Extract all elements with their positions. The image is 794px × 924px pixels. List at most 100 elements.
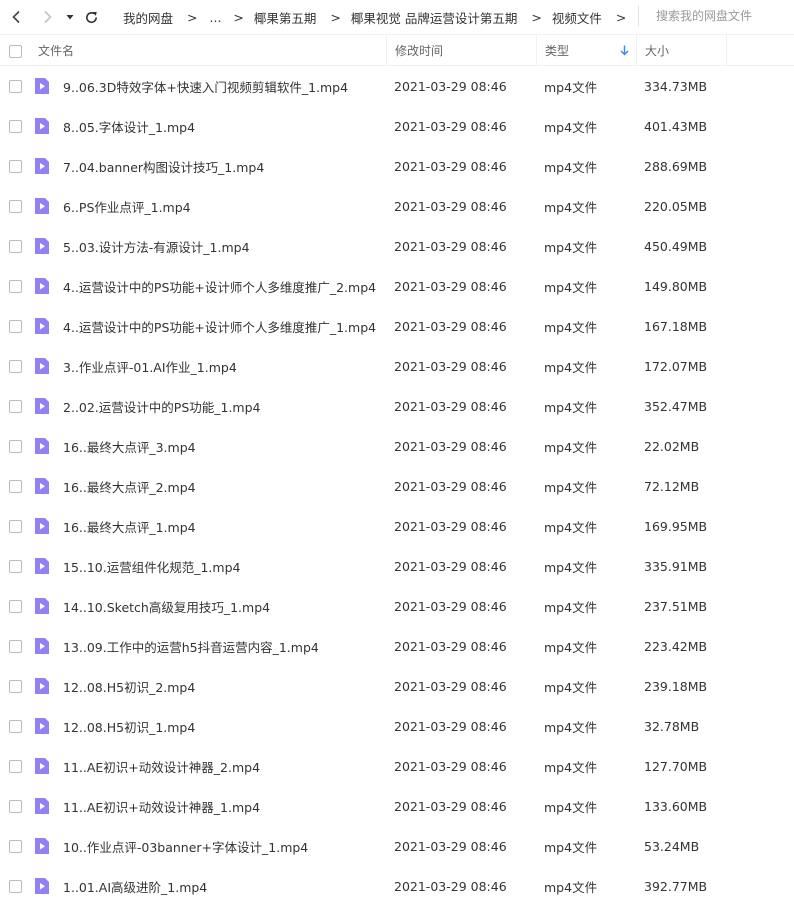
- table-row[interactable]: 14..10.Sketch高级复用技巧_1.mp4 2021-03-29 08:4…: [0, 586, 794, 626]
- row-checkbox[interactable]: [9, 160, 22, 173]
- row-checkbox[interactable]: [9, 560, 22, 573]
- table-row[interactable]: 16..最终大点评_2.mp4 2021-03-29 08:46 mp4文件 72.1…: [0, 466, 794, 506]
- file-modified-time: 2021-03-29 08:46: [394, 398, 507, 414]
- top-toolbar: 我的网盘 > ... > 椰果第五期 > 椰果视觉 品牌运营设计第五期 > 视频…: [0, 0, 794, 34]
- file-size: 172.07MB: [644, 358, 708, 374]
- file-modified-time: 2021-03-29 08:46: [394, 438, 507, 454]
- table-row[interactable]: 8..05.字体设计_1.mp4 2021-03-29 08:46 mp4文件 401…: [0, 106, 794, 146]
- file-name[interactable]: 16..最终大点评_2.mp4: [63, 466, 196, 506]
- table-row[interactable]: 13..09.工作中的运营h5抖音运营内容_1.mp4 2021-03-29 08…: [0, 626, 794, 666]
- breadcrumb-item-term[interactable]: 椰果第五期: [254, 8, 317, 27]
- row-checkbox[interactable]: [9, 760, 22, 773]
- breadcrumb-item-collapsed[interactable]: ...: [210, 10, 222, 25]
- file-name[interactable]: 16..最终大点评_1.mp4: [63, 506, 196, 546]
- column-header-size[interactable]: 大小: [636, 35, 726, 65]
- row-checkbox[interactable]: [9, 520, 22, 533]
- table-row[interactable]: 15..10.运营组件化规范_1.mp4 2021-03-29 08:46 mp4文…: [0, 546, 794, 586]
- table-row[interactable]: 2..02.运营设计中的PS功能_1.mp4 2021-03-29 08:46 mp…: [0, 386, 794, 426]
- video-file-icon: [35, 678, 49, 694]
- table-row[interactable]: 12..08.H5初识_1.mp4 2021-03-29 08:46 mp4文件 32…: [0, 706, 794, 746]
- sort-down-arrow-icon[interactable]: [620, 45, 629, 56]
- video-file-icon: [35, 758, 49, 774]
- chevron-left-icon: [12, 10, 20, 24]
- table-row[interactable]: 11..AE初识+动效设计神器_2.mp4 2021-03-29 08:46 mp4…: [0, 746, 794, 786]
- table-row[interactable]: 5..03.设计方法-有源设计_1.mp4 2021-03-29 08:46 mp4…: [0, 226, 794, 266]
- row-checkbox[interactable]: [9, 480, 22, 493]
- refresh-button[interactable]: [80, 6, 102, 28]
- table-row[interactable]: 1..01.AI高级进阶_1.mp4 2021-03-29 08:46 mp4文件 3…: [0, 866, 794, 906]
- file-name[interactable]: 5..03.设计方法-有源设计_1.mp4: [63, 226, 250, 266]
- table-row[interactable]: 4..运营设计中的PS功能+设计师个人多维度推广_2.mp4 2021-03-29…: [0, 266, 794, 306]
- file-modified-time: 2021-03-29 08:46: [394, 238, 507, 254]
- file-name[interactable]: 10..作业点评-03banner+字体设计_1.mp4: [63, 826, 308, 866]
- row-checkbox[interactable]: [9, 600, 22, 613]
- file-name[interactable]: 2..02.运营设计中的PS功能_1.mp4: [63, 386, 261, 426]
- file-modified-time: 2021-03-29 08:46: [394, 758, 507, 774]
- history-dropdown-button[interactable]: [60, 6, 80, 28]
- table-row[interactable]: 7..04.banner构图设计技巧_1.mp4 2021-03-29 08:46…: [0, 146, 794, 186]
- search-input[interactable]: [656, 9, 786, 23]
- table-row[interactable]: 3..作业点评-01.AI作业_1.mp4 2021-03-29 08:46 mp4…: [0, 346, 794, 386]
- breadcrumb-item-home[interactable]: 我的网盘: [123, 8, 173, 27]
- column-header-time[interactable]: 修改时间: [386, 35, 536, 65]
- file-name[interactable]: 12..08.H5初识_1.mp4: [63, 706, 195, 746]
- file-size: 223.42MB: [644, 638, 708, 654]
- table-row[interactable]: 16..最终大点评_3.mp4 2021-03-29 08:46 mp4文件 22.0…: [0, 426, 794, 466]
- file-name[interactable]: 1..01.AI高级进阶_1.mp4: [63, 866, 207, 906]
- table-row[interactable]: 10..作业点评-03banner+字体设计_1.mp4 2021-03-29 0…: [0, 826, 794, 866]
- row-checkbox[interactable]: [9, 880, 22, 893]
- file-name[interactable]: 12..08.H5初识_2.mp4: [63, 666, 195, 706]
- file-type: mp4文件: [544, 719, 598, 735]
- file-name[interactable]: 7..04.banner构图设计技巧_1.mp4: [63, 146, 264, 186]
- row-checkbox[interactable]: [9, 440, 22, 453]
- file-name[interactable]: 9..06.3D特效字体+快速入门视频剪辑软件_1.mp4: [63, 66, 348, 106]
- row-checkbox[interactable]: [9, 800, 22, 813]
- file-name[interactable]: 14..10.Sketch高级复用技巧_1.mp4: [63, 586, 270, 626]
- file-name[interactable]: 13..09.工作中的运营h5抖音运营内容_1.mp4: [63, 626, 319, 666]
- file-name[interactable]: 16..最终大点评_3.mp4: [63, 426, 196, 466]
- table-row[interactable]: 6..PS作业点评_1.mp4 2021-03-29 08:46 mp4文件 220.…: [0, 186, 794, 226]
- row-checkbox[interactable]: [9, 360, 22, 373]
- file-modified-time: 2021-03-29 08:46: [394, 278, 507, 294]
- file-name[interactable]: 11..AE初识+动效设计神器_2.mp4: [63, 746, 260, 786]
- video-file-icon: [35, 478, 49, 494]
- file-name[interactable]: 4..运营设计中的PS功能+设计师个人多维度推广_1.mp4: [63, 306, 376, 346]
- file-size: 32.78MB: [644, 718, 700, 734]
- row-checkbox[interactable]: [9, 640, 22, 653]
- row-checkbox[interactable]: [9, 240, 22, 253]
- file-name[interactable]: 6..PS作业点评_1.mp4: [63, 186, 191, 226]
- chevron-right-icon: [44, 10, 52, 24]
- select-all-checkbox[interactable]: [9, 45, 22, 58]
- row-checkbox[interactable]: [9, 680, 22, 693]
- file-name[interactable]: 11..AE初识+动效设计神器_1.mp4: [63, 786, 260, 826]
- file-modified-time: 2021-03-29 08:46: [394, 518, 507, 534]
- row-checkbox[interactable]: [9, 400, 22, 413]
- file-name[interactable]: 15..10.运营组件化规范_1.mp4: [63, 546, 240, 586]
- file-type: mp4文件: [544, 759, 598, 775]
- row-checkbox[interactable]: [9, 120, 22, 133]
- video-file-icon: [35, 878, 49, 894]
- back-button[interactable]: [6, 6, 28, 28]
- file-size: 220.05MB: [644, 198, 708, 214]
- table-row[interactable]: 11..AE初识+动效设计神器_1.mp4 2021-03-29 08:46 mp4…: [0, 786, 794, 826]
- row-checkbox[interactable]: [9, 840, 22, 853]
- video-file-icon: [35, 598, 49, 614]
- file-name[interactable]: 3..作业点评-01.AI作业_1.mp4: [63, 346, 237, 386]
- row-checkbox[interactable]: [9, 720, 22, 733]
- forward-button[interactable]: [36, 6, 58, 28]
- row-checkbox[interactable]: [9, 200, 22, 213]
- table-row[interactable]: 9..06.3D特效字体+快速入门视频剪辑软件_1.mp4 2021-03-29 …: [0, 66, 794, 106]
- table-row[interactable]: 4..运营设计中的PS功能+设计师个人多维度推广_1.mp4 2021-03-29…: [0, 306, 794, 346]
- table-row[interactable]: 12..08.H5初识_2.mp4 2021-03-29 08:46 mp4文件 23…: [0, 666, 794, 706]
- breadcrumb-item-current[interactable]: 视频文件: [552, 8, 602, 27]
- file-name[interactable]: 4..运营设计中的PS功能+设计师个人多维度推广_2.mp4: [63, 266, 376, 306]
- table-row[interactable]: 16..最终大点评_1.mp4 2021-03-29 08:46 mp4文件 169.…: [0, 506, 794, 546]
- column-header-name[interactable]: 文件名: [38, 35, 74, 65]
- row-checkbox[interactable]: [9, 280, 22, 293]
- breadcrumb-item-course[interactable]: 椰果视觉 品牌运营设计第五期: [351, 8, 517, 27]
- file-type: mp4文件: [544, 879, 598, 895]
- row-checkbox[interactable]: [9, 320, 22, 333]
- file-type: mp4文件: [544, 159, 598, 175]
- row-checkbox[interactable]: [9, 80, 22, 93]
- file-name[interactable]: 8..05.字体设计_1.mp4: [63, 106, 195, 146]
